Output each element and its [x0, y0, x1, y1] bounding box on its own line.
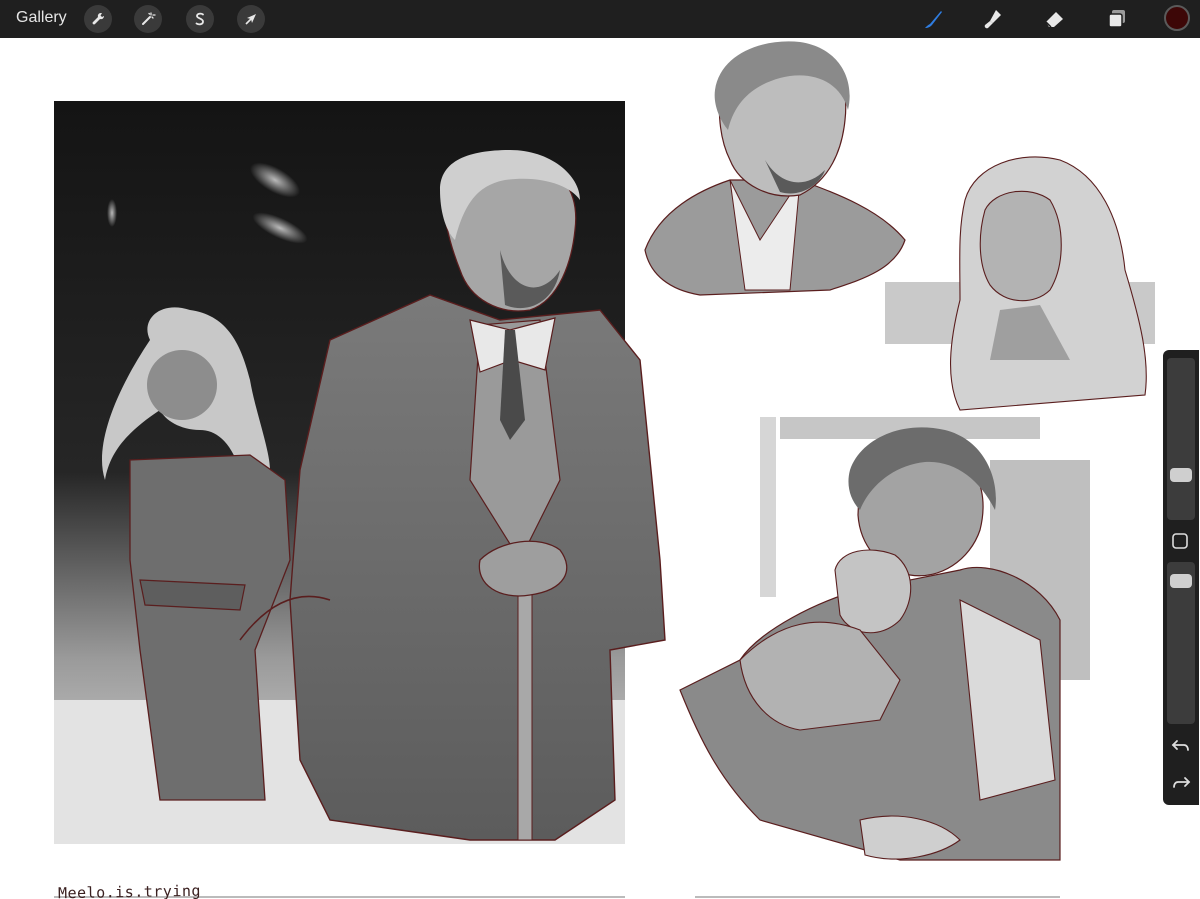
- artist-signature: Meelo.is.trying: [57, 881, 202, 899]
- redo-icon[interactable]: [1170, 772, 1192, 794]
- arrow-cursor-icon: [245, 14, 256, 25]
- selection-button[interactable]: [186, 5, 214, 33]
- brush-tool-button[interactable]: [918, 4, 948, 34]
- top-toolbar: Gallery: [0, 0, 1200, 38]
- magic-wand-icon: [142, 12, 156, 25]
- bust-sketch-woman: [885, 156, 1155, 411]
- transform-button[interactable]: [237, 5, 265, 33]
- opacity-slider[interactable]: [1167, 562, 1195, 724]
- eraser-tool-button[interactable]: [1040, 4, 1070, 34]
- drawing-canvas[interactable]: Meelo.is.trying: [0, 38, 1200, 899]
- brush-size-thumb[interactable]: [1170, 468, 1192, 482]
- wrench-icon: [92, 12, 105, 25]
- brush-sidebar: [1163, 350, 1199, 805]
- layers-button[interactable]: [1102, 4, 1132, 34]
- layers-icon: [1108, 10, 1125, 28]
- actions-button[interactable]: [84, 5, 112, 33]
- brush-icon: [925, 11, 942, 28]
- hug-sketch: [679, 417, 1090, 861]
- adjustments-button[interactable]: [134, 5, 162, 33]
- bust-sketch-man: [644, 41, 906, 296]
- color-swatch[interactable]: [1164, 5, 1190, 31]
- eraser-icon: [1045, 12, 1063, 28]
- undo-icon[interactable]: [1170, 735, 1192, 757]
- square-modify-icon[interactable]: [1170, 531, 1190, 551]
- smudge-tool-button[interactable]: [978, 4, 1008, 34]
- selection-s-icon: [195, 12, 204, 26]
- artwork: [54, 41, 1155, 898]
- brush-size-slider[interactable]: [1167, 358, 1195, 520]
- main-panel-sketch: [54, 101, 666, 844]
- gallery-button[interactable]: Gallery: [16, 9, 67, 27]
- smudge-icon: [984, 10, 1001, 29]
- opacity-thumb[interactable]: [1170, 574, 1192, 588]
